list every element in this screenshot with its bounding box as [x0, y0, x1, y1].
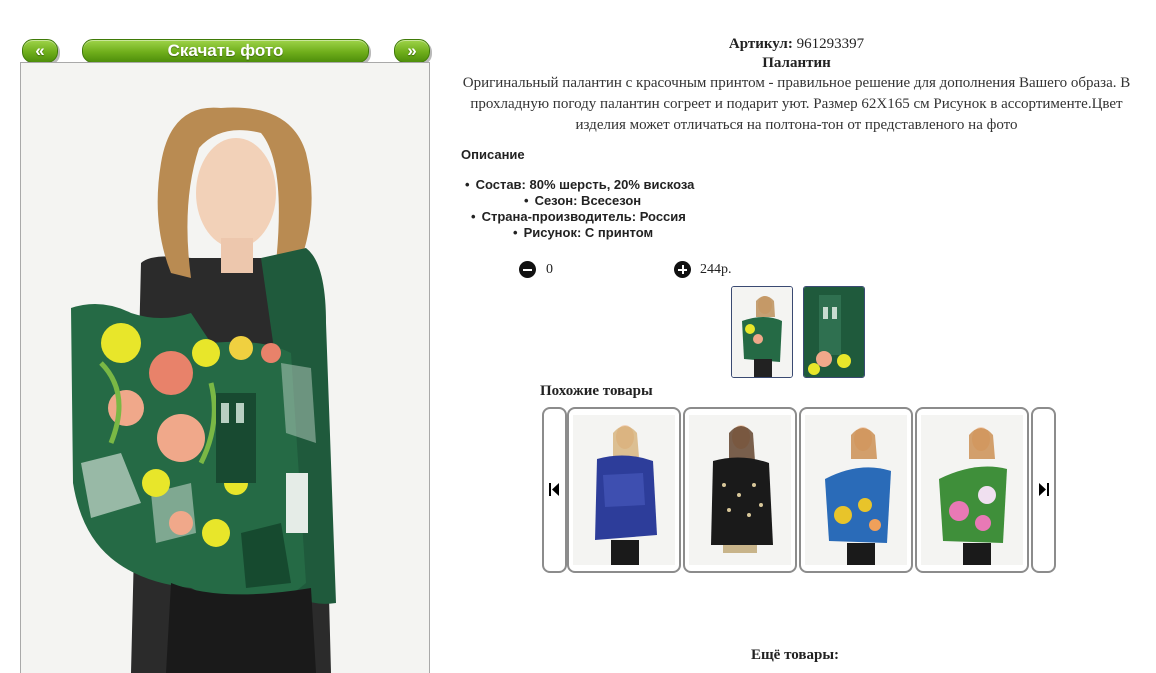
next-photo-button[interactable]: »	[394, 39, 430, 63]
description-title: Описание	[461, 147, 525, 162]
download-photo-button[interactable]: Скачать фото	[82, 39, 369, 63]
quantity-value: 0	[546, 262, 553, 277]
description-line-3: изделия может отличаться на полтона-тон …	[575, 117, 1018, 133]
product-name: Палантин	[762, 55, 831, 71]
main-product-photo	[20, 62, 430, 673]
article-line: Артикул: 961293397	[437, 36, 1156, 53]
prev-photo-button[interactable]: «	[22, 39, 58, 63]
more-products-title: Ещё товары:	[751, 647, 840, 663]
similar-item-2[interactable]	[683, 407, 797, 573]
skip-forward-icon	[1039, 483, 1049, 496]
price-value: 244р.	[700, 262, 732, 277]
carousel-next-button[interactable]	[1031, 407, 1056, 573]
description-line-1: Оригинальный палантин с красочным принто…	[462, 75, 1131, 91]
product-description: Оригинальный палантин с красочным принто…	[437, 73, 1156, 136]
attribute-pattern: Рисунок: С принтом	[513, 225, 654, 240]
attribute-season: Сезон: Всесезон	[524, 193, 642, 208]
article-value: 961293397	[796, 36, 865, 52]
similar-item-3[interactable]	[799, 407, 913, 573]
attribute-composition: Состав: 80% шерсть, 20% вискоза	[465, 177, 695, 192]
similar-item-1[interactable]	[567, 407, 681, 573]
photo-thumbnail[interactable]	[731, 286, 793, 378]
decrease-quantity-icon[interactable]	[519, 261, 536, 278]
skip-back-icon	[549, 483, 559, 496]
similar-item-4[interactable]	[915, 407, 1029, 573]
description-line-2: прохладную погоду палантин согреет и под…	[470, 96, 1123, 112]
carousel-prev-button[interactable]	[542, 407, 567, 573]
attribute-country: Страна-производитель: Россия	[471, 209, 686, 224]
photo-thumbnail-detail[interactable]	[803, 286, 865, 378]
article-label: Артикул:	[728, 36, 793, 52]
similar-products-title: Похожие товары	[540, 383, 653, 399]
add-to-cart-icon[interactable]	[674, 261, 691, 278]
